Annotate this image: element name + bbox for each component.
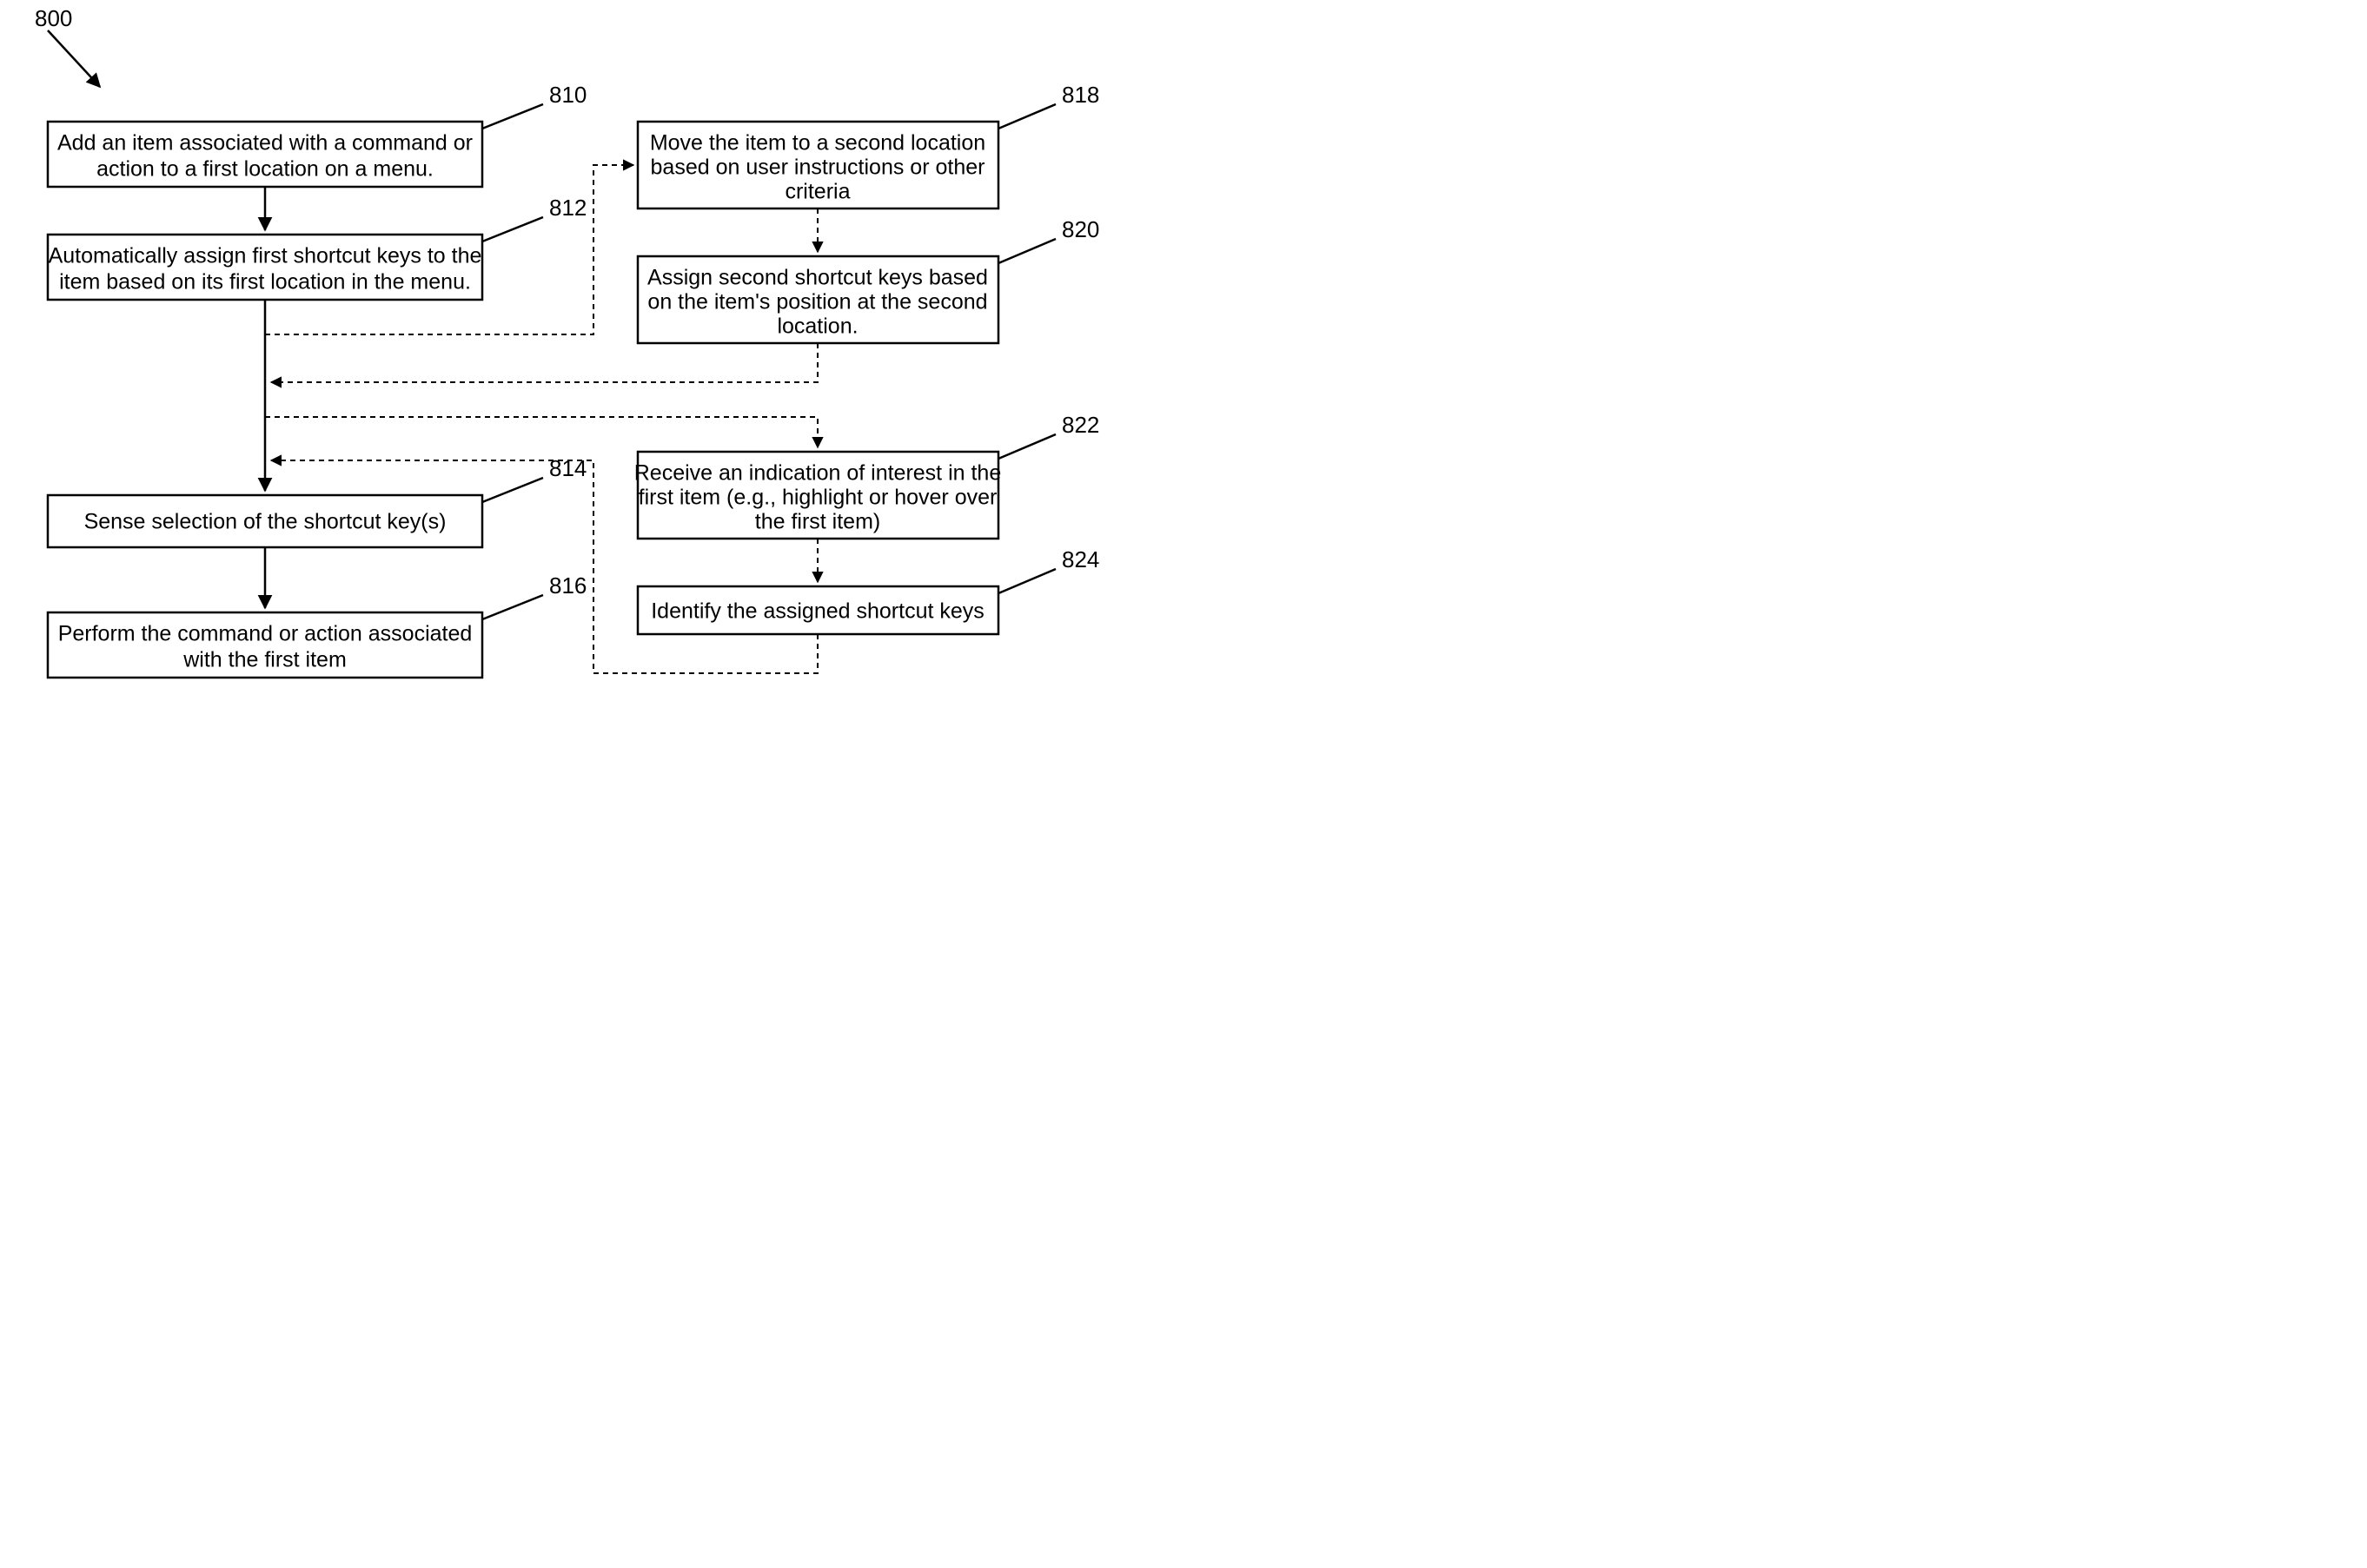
figure-label: 800 xyxy=(35,5,72,31)
step-810-line1: Add an item associated with a command or xyxy=(57,131,473,155)
ref-814: 814 xyxy=(549,455,587,481)
leader-820 xyxy=(998,239,1056,263)
step-814-line1: Sense selection of the shortcut key(s) xyxy=(84,510,447,534)
leader-822 xyxy=(998,434,1056,459)
leader-812 xyxy=(482,217,543,241)
step-818-line1: Move the item to a second location xyxy=(650,131,985,155)
step-820-line3: location. xyxy=(777,314,858,339)
step-820-line1: Assign second shortcut keys based xyxy=(647,266,988,290)
step-812-line2: item based on its first location in the … xyxy=(59,270,471,294)
ref-824: 824 xyxy=(1062,546,1099,572)
leader-810 xyxy=(482,104,543,129)
step-818-line2: based on user instructions or other xyxy=(651,155,985,180)
leader-818 xyxy=(998,104,1056,129)
ref-818: 818 xyxy=(1062,82,1099,108)
step-812-line1: Automatically assign first shortcut keys… xyxy=(49,244,482,268)
step-816-line1: Perform the command or action associated xyxy=(58,622,473,646)
merge-820-back xyxy=(271,343,818,382)
leader-816 xyxy=(482,595,543,619)
step-820-line2: on the item's position at the second xyxy=(647,290,987,314)
step-822-line3: the first item) xyxy=(755,510,880,534)
step-824-line1: Identify the assigned shortcut keys xyxy=(651,599,985,624)
step-822-line2: first item (e.g., highlight or hover ove… xyxy=(639,486,998,510)
step-818-line3: criteria xyxy=(785,180,850,204)
branch-to-822 xyxy=(265,417,818,447)
step-816-line2: with the first item xyxy=(182,648,347,672)
ref-810: 810 xyxy=(549,82,587,108)
leader-814 xyxy=(482,478,543,502)
figure-label-arrow xyxy=(48,30,100,87)
step-822-line1: Receive an indication of interest in the xyxy=(634,461,1001,486)
ref-820: 820 xyxy=(1062,216,1099,242)
ref-822: 822 xyxy=(1062,412,1099,438)
ref-812: 812 xyxy=(549,195,587,221)
ref-816: 816 xyxy=(549,572,587,599)
step-810-line2: action to a first location on a menu. xyxy=(96,157,434,182)
flowchart-diagram: 800 Add an item associated with a comman… xyxy=(0,0,1184,784)
leader-824 xyxy=(998,569,1056,593)
